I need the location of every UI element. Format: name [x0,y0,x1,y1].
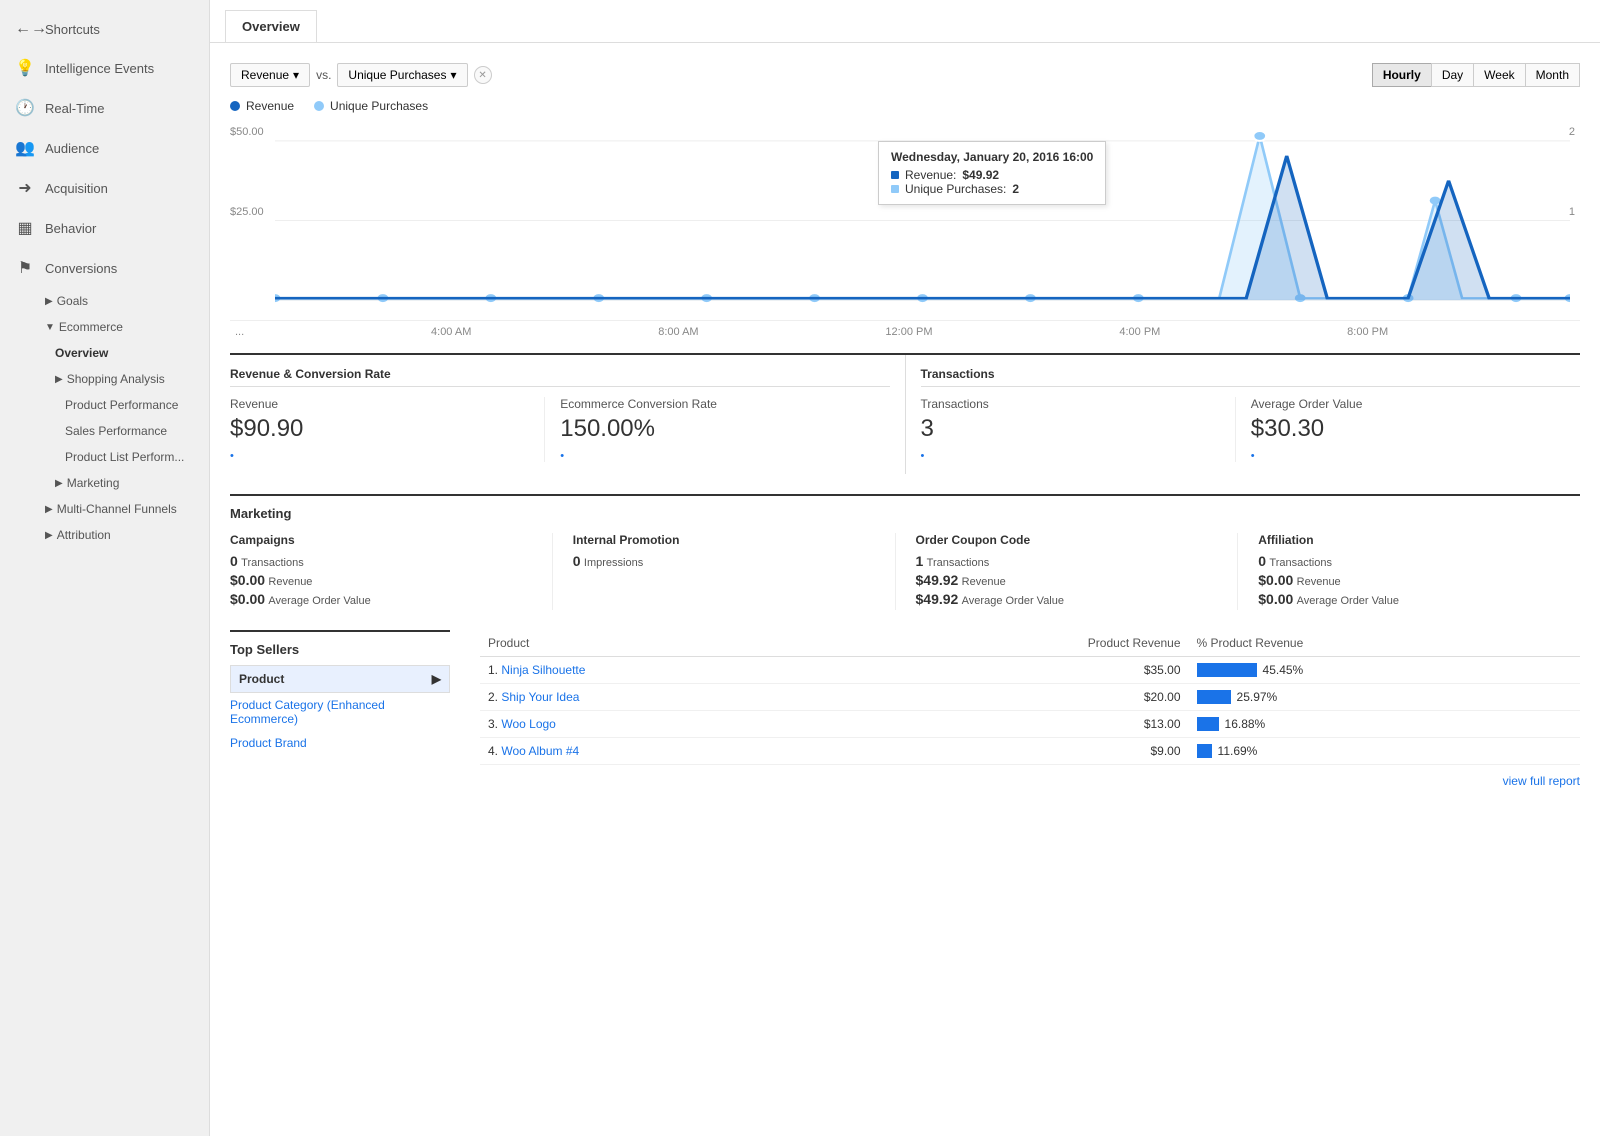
audience-icon: 👥 [15,138,35,158]
transactions-group: Transactions Transactions 3 • Average Or… [921,355,1581,474]
chart-legend: Revenue Unique Purchases [230,99,1580,113]
product-table: Product Product Revenue % Product Revenu… [480,630,1580,765]
sidebar-item-behavior[interactable]: ▦ Behavior [0,208,209,248]
arrow-down-icon: ▼ [45,322,55,333]
bottom-section: Top Sellers Product ▶ Product Category (… [230,630,1580,788]
revenue-conversion-group: Revenue & Conversion Rate Revenue $90.90… [230,355,890,474]
chart-area: $50.00 $25.00 2 1 [230,121,1580,321]
view-full-report-link[interactable]: view full report [1503,774,1580,788]
table-row: 2. Ship Your Idea $20.00 25.97% [480,684,1580,711]
top-sellers: Top Sellers Product ▶ Product Category (… [230,630,450,788]
sidebar-subitem-product-performance[interactable]: Product Performance [30,392,209,418]
legend-revenue: Revenue [230,99,294,113]
marketing-internal-promotion: Internal Promotion 0 Impressions [573,533,896,610]
arrow-right-icon5: ▶ [45,530,53,541]
table-row: 1. Ninja Silhouette $35.00 45.45% [480,657,1580,684]
sidebar-subitem-goals[interactable]: ▶ Goals [30,288,209,314]
controls-row: Revenue ▾ vs. Unique Purchases ▾ ✕ Hourl… [230,53,1580,87]
sidebar-item-intelligence-events[interactable]: 💡 Intelligence Events [0,48,209,88]
col-percent: % Product Revenue [1189,630,1580,657]
legend-purchases: Unique Purchases [314,99,428,113]
y-label-right-1: 1 [1569,206,1575,218]
y-label-right-2: 2 [1569,126,1575,138]
metrics-section: Revenue & Conversion Rate Revenue $90.90… [230,353,1580,474]
sidebar-item-shortcuts[interactable]: ←→ Shortcuts [0,10,209,48]
y-label-50: $50.00 [230,126,264,138]
sidebar-subitem-marketing[interactable]: ▶ Marketing [30,470,209,496]
metric1-dropdown[interactable]: Revenue ▾ [230,63,310,87]
reset-button[interactable]: ✕ [474,66,492,84]
top-sellers-table: Product ▶ [230,665,450,693]
sidebar-item-conversions[interactable]: ⚑ Conversions [0,248,209,288]
metric-conversion-rate: Ecommerce Conversion Rate 150.00% • [560,397,874,462]
marketing-section: Marketing Campaigns 0 Transactions $0.00… [230,494,1580,610]
realtime-icon: 🕐 [15,98,35,118]
table-row: 4. Woo Album #4 $9.00 11.69% [480,738,1580,765]
sidebar-item-audience[interactable]: 👥 Audience [0,128,209,168]
time-btn-hourly[interactable]: Hourly [1372,63,1432,87]
conversion-link[interactable]: • [560,450,564,462]
y-label-25: $25.00 [230,206,264,218]
main-content: Overview Revenue ▾ vs. Unique Purchases … [210,0,1600,1136]
top-sellers-link-brand[interactable]: Product Brand [230,731,450,755]
revenue-link[interactable]: • [230,450,234,462]
chevron-down-icon: ▾ [293,68,299,82]
time-buttons: Hourly Day Week Month [1373,63,1580,87]
sidebar-item-real-time[interactable]: 🕐 Real-Time [0,88,209,128]
sidebar-subitem-multi-channel[interactable]: ▶ Multi-Channel Funnels [30,496,209,522]
xaxis-labels: ... 4:00 AM 8:00 AM 12:00 PM 4:00 PM 8:0… [230,326,1580,338]
overview-tab[interactable]: Overview [225,10,317,42]
sidebar-subitem-attribution[interactable]: ▶ Attribution [30,522,209,548]
avg-order-link[interactable]: • [1251,450,1255,462]
arrow-right-icon3: ▶ [55,478,63,489]
arrow-right-icon: ▶ [45,296,53,307]
behavior-icon: ▦ [15,218,35,238]
marketing-order-coupon: Order Coupon Code 1 Transactions $49.92 … [916,533,1239,610]
metric-transactions: Transactions 3 • [921,397,1236,462]
divider-vertical [905,355,906,474]
arrow-right-icon4: ▶ [45,504,53,515]
chevron-down-icon2: ▾ [450,68,456,82]
chart-svg [275,121,1570,320]
sidebar-subitem-product-list[interactable]: Product List Perform... [30,444,209,470]
conversions-icon: ⚑ [15,258,35,278]
top-sellers-col-header[interactable]: Product ▶ [231,666,450,693]
product-link[interactable]: Woo Album #4 [501,744,579,758]
sidebar-subitem-shopping-analysis[interactable]: ▶ Shopping Analysis [30,366,209,392]
product-table-section: Product Product Revenue % Product Revenu… [480,630,1580,788]
time-btn-day[interactable]: Day [1431,63,1474,87]
marketing-affiliation: Affiliation 0 Transactions $0.00 Revenue… [1258,533,1580,610]
marketing-campaigns: Campaigns 0 Transactions $0.00 Revenue $… [230,533,553,610]
legend-dot-purchases [314,101,324,111]
col-revenue: Product Revenue [842,630,1189,657]
acquisition-icon: ➜ [15,178,35,198]
intelligence-icon: 💡 [15,58,35,78]
shortcuts-icon: ←→ [15,20,35,38]
metric-revenue: Revenue $90.90 • [230,397,545,462]
metric-avg-order: Average Order Value $30.30 • [1251,397,1565,462]
time-btn-month[interactable]: Month [1525,63,1580,87]
sidebar: ←→ Shortcuts 💡 Intelligence Events 🕐 Rea… [0,0,210,1136]
sidebar-item-acquisition[interactable]: ➜ Acquisition [0,168,209,208]
time-btn-week[interactable]: Week [1473,63,1525,87]
product-link[interactable]: Woo Logo [501,717,556,731]
metric2-dropdown[interactable]: Unique Purchases ▾ [337,63,467,87]
sidebar-subitem-ecommerce[interactable]: ▼ Ecommerce [30,314,209,340]
view-full-report: view full report [480,773,1580,788]
col-product: Product [480,630,842,657]
arrow-right-icon2: ▶ [55,374,63,385]
sidebar-subitem-sales-performance[interactable]: Sales Performance [30,418,209,444]
legend-dot-revenue [230,101,240,111]
sidebar-subitem-overview[interactable]: Overview [30,340,209,366]
table-row: 3. Woo Logo $13.00 16.88% [480,711,1580,738]
product-link[interactable]: Ninja Silhouette [501,663,585,677]
transactions-link[interactable]: • [921,450,925,462]
arrow-right-icon6: ▶ [432,672,441,686]
top-sellers-link-category[interactable]: Product Category (Enhanced Ecommerce) [230,693,450,731]
product-link[interactable]: Ship Your Idea [501,690,579,704]
